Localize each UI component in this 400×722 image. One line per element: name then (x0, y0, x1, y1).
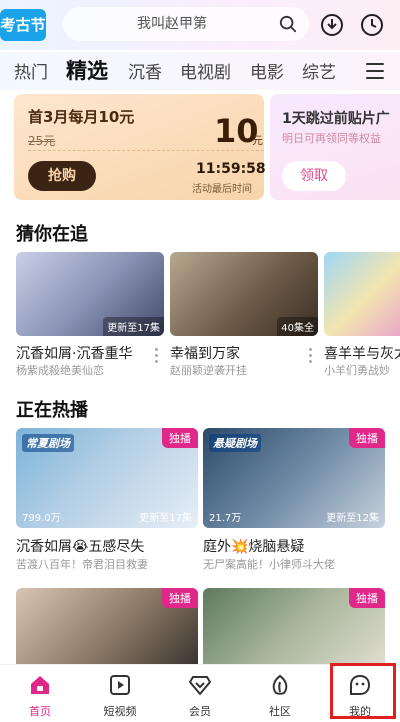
nav-short-video[interactable]: 短视频 (80, 665, 160, 722)
menu-icon[interactable] (366, 63, 384, 79)
continue-subtitle-1: 杨紫成殺绝美仙恋 (16, 364, 104, 377)
promo-divider (28, 150, 264, 151)
annotation-highlight-box (330, 663, 396, 719)
nav-home[interactable]: 首页 (0, 665, 80, 722)
hot-card-3[interactable]: 独播 (16, 588, 198, 664)
side-promo-title: 1天跳过前贴片广 (282, 111, 390, 127)
tab-tv-series[interactable]: 电视剧 (180, 58, 231, 83)
diamond-icon (189, 676, 211, 695)
more-options-icon[interactable] (155, 348, 159, 364)
nav-label: 社区 (269, 705, 291, 718)
tab-hot[interactable]: 热门 (14, 58, 48, 83)
nav-vip[interactable]: 会员 (160, 665, 240, 722)
promo-countdown-note: 活动最后时间 (192, 184, 252, 195)
channel-logo: 常夏剧场 (22, 434, 74, 452)
episode-badge: 40集全 (277, 317, 318, 336)
nav-label: 会员 (189, 705, 211, 718)
exclusive-tag: 独播 (162, 588, 198, 608)
episode-update: 更新至12集 (326, 513, 379, 524)
top-bar: 考古节 我叫赵甲第 (0, 0, 400, 50)
continue-title-1[interactable]: 沉香如屑·沉香重华 (16, 343, 132, 363)
episode-update: 更新至17集 (139, 513, 192, 524)
continue-subtitle-3: 小羊们勇战妙 (324, 364, 390, 377)
search-icon[interactable] (279, 15, 297, 33)
search-bar[interactable]: 我叫赵甲第 (63, 7, 309, 41)
exclusive-tag: 独播 (349, 428, 385, 448)
channel-tabs: 热门 精选 沉香 电视剧 电影 综艺 (0, 52, 400, 90)
view-count: 799.0万 (22, 513, 61, 524)
hot-card-2[interactable]: 悬疑剧场 独播 21.7万 更新至12集 (203, 428, 385, 528)
vip-promo-card[interactable]: 首3月每月10元 25元 10 元 抢购 11:59:58 活动最后时间 (14, 94, 266, 200)
nav-community[interactable]: 社区 (240, 665, 320, 722)
promo-countdown: 11:59:58 (196, 161, 266, 177)
section-title-continue: 猜你在追 (16, 224, 88, 245)
nav-label: 短视频 (103, 705, 137, 718)
section-title-hot: 正在热播 (16, 400, 88, 421)
home-icon (31, 676, 49, 694)
nav-label: 首页 (29, 705, 51, 718)
channel-logo: 悬疑剧场 (209, 434, 261, 452)
promo-price-unit: 元 (252, 134, 263, 147)
tab-variety[interactable]: 综艺 (302, 58, 336, 83)
tab-chenxiang[interactable]: 沉香 (128, 58, 162, 83)
download-icon[interactable] (320, 13, 344, 37)
side-promo-subtitle: 明日可再领同等权益 (282, 132, 381, 145)
hot-subtitle-1: 苦渡八百年！帝君泪目救妻 (16, 558, 148, 571)
continue-thumb-2[interactable]: 40集全 (170, 252, 318, 336)
claim-button[interactable]: 领取 (282, 161, 346, 191)
tab-featured[interactable]: 精选 (66, 55, 108, 85)
episode-badge: 更新至17集 (103, 317, 164, 336)
more-options-icon[interactable] (309, 348, 313, 364)
hot-card-4[interactable]: 独播 (203, 588, 385, 664)
continue-thumb-1[interactable]: 更新至17集 (16, 252, 164, 336)
hot-title-2[interactable]: 庭外💥烧脑悬疑 (203, 536, 304, 556)
exclusive-tag: 独播 (162, 428, 198, 448)
continue-title-3[interactable]: 喜羊羊与灰太 (324, 343, 400, 363)
promo-original-price: 25元 (28, 134, 56, 148)
search-placeholder[interactable]: 我叫赵甲第 (137, 7, 207, 41)
exclusive-tag: 独播 (349, 588, 385, 608)
hot-title-1[interactable]: 沉香如屑😭五感尽失 (16, 536, 144, 556)
buy-button[interactable]: 抢购 (28, 161, 96, 191)
leaf-icon (272, 674, 288, 695)
continue-title-2[interactable]: 幸福到万家 (170, 343, 240, 363)
app-logo[interactable]: 考古节 (0, 9, 46, 41)
hot-card-1[interactable]: 常夏剧场 独播 799.0万 更新至17集 (16, 428, 198, 528)
play-square-icon (110, 675, 130, 695)
history-clock-icon[interactable] (360, 13, 384, 37)
continue-thumb-3[interactable] (324, 252, 400, 336)
hot-subtitle-2: 无尸案高能！小律师斗大佬 (203, 558, 335, 571)
tab-movies[interactable]: 电影 (250, 58, 284, 83)
ad-skip-promo-card[interactable]: 1天跳过前贴片广 明日可再领同等权益 领取 (270, 94, 400, 200)
view-count: 21.7万 (209, 513, 242, 524)
continue-subtitle-2: 赵丽颖逆袭开挂 (170, 364, 247, 377)
promo-title: 首3月每月10元 (28, 108, 135, 126)
